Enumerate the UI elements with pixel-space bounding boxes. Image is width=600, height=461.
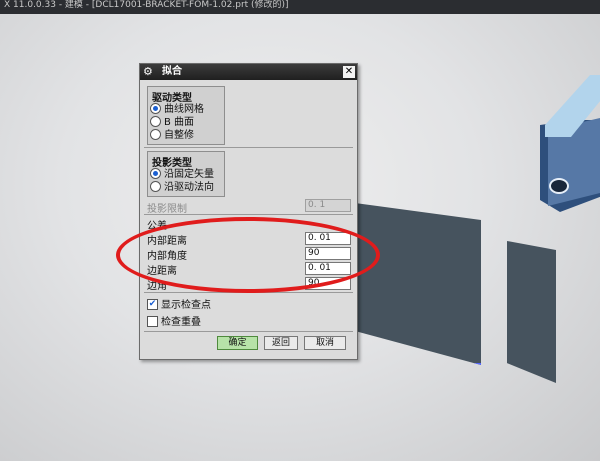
projection-limit-label: 投影限制 <box>147 204 187 215</box>
radio-curve-mesh[interactable]: 曲线网格 <box>150 102 204 116</box>
radio-unselected-icon[interactable] <box>150 128 161 140</box>
radio-drive-normal[interactable]: 沿驱动法向 <box>150 180 214 194</box>
gear-icon[interactable]: ⚙ <box>143 66 155 78</box>
inner-distance-label: 内部距离 <box>147 236 187 247</box>
radio-fixed-vector[interactable]: 沿固定矢量 <box>150 167 214 181</box>
radio-selected-icon[interactable] <box>150 167 161 179</box>
edge-distance-label: 边距离 <box>147 266 177 277</box>
fit-dialog: ⚙ 拟合 ✕ 驱动类型 曲线网格 B 曲面 自整修 投影类型 沿固定矢量 沿驱动… <box>139 63 358 360</box>
separator <box>144 331 353 332</box>
radio-unselected-icon[interactable] <box>150 115 161 127</box>
projection-type-title: 投影类型 <box>152 158 192 169</box>
radio-selected-icon[interactable] <box>150 102 161 114</box>
edge-distance-field[interactable]: 0. 01 <box>305 262 351 275</box>
dialog-title: 拟合 <box>162 66 182 77</box>
model-hole <box>549 178 569 194</box>
model-plate-left <box>355 203 481 365</box>
dialog-title-bar[interactable]: ⚙ 拟合 ✕ <box>140 64 357 80</box>
projection-limit-field[interactable]: 0. 1 <box>305 199 351 212</box>
cancel-button[interactable]: 取消 <box>304 336 346 350</box>
separator <box>144 147 353 148</box>
inner-angle-label: 内部角度 <box>147 251 187 262</box>
model-plate-right <box>507 241 556 383</box>
checkbox-checked-icon[interactable]: ✔ <box>147 298 158 310</box>
tolerance-title: 公差 <box>147 221 167 232</box>
ok-button[interactable]: 确定 <box>217 336 258 350</box>
radio-b-surface[interactable]: B 曲面 <box>150 115 194 129</box>
window-title: X 11.0.0.33 - 建模 - [DCL17001-BRACKET-FOM… <box>4 0 289 10</box>
separator <box>144 214 353 215</box>
radio-self-trim[interactable]: 自整修 <box>150 128 194 142</box>
edge-angle-label: 边角 <box>147 281 167 292</box>
inner-distance-field[interactable]: 0. 01 <box>305 232 351 245</box>
window-title-bar: X 11.0.0.33 - 建模 - [DCL17001-BRACKET-FOM… <box>0 0 600 14</box>
close-button[interactable]: ✕ <box>343 66 355 78</box>
show-check-points-checkbox[interactable]: ✔ 显示检查点 <box>147 296 211 311</box>
back-button[interactable]: 返回 <box>264 336 298 350</box>
separator <box>144 292 353 293</box>
check-overlap-checkbox[interactable]: 检查重叠 <box>147 313 201 328</box>
checkbox-unchecked-icon[interactable] <box>147 315 158 327</box>
drive-type-title: 驱动类型 <box>152 93 192 104</box>
inner-angle-field[interactable]: 90 <box>305 247 351 260</box>
drive-type-group: 驱动类型 曲线网格 B 曲面 自整修 <box>147 86 225 145</box>
radio-unselected-icon[interactable] <box>150 180 161 192</box>
projection-type-group: 投影类型 沿固定矢量 沿驱动法向 <box>147 151 225 197</box>
edge-angle-field[interactable]: 90 <box>305 277 351 290</box>
